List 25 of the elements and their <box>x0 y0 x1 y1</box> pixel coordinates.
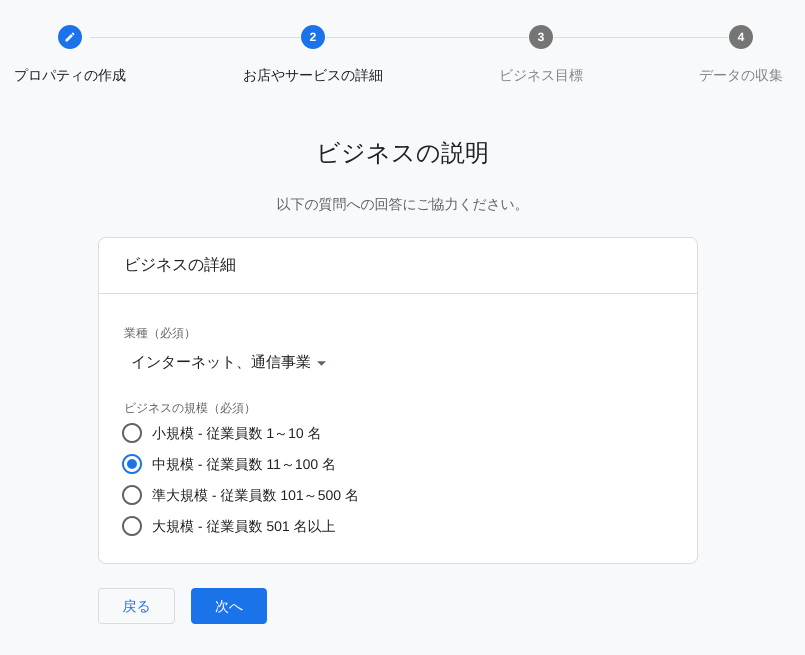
caret-icon <box>317 360 326 366</box>
step-number: 2 <box>301 25 325 49</box>
step-number: 4 <box>729 25 753 49</box>
radio-label: 準大規模 - 従業員数 101～500 名 <box>152 486 359 504</box>
industry-dropdown[interactable]: インターネット、通信事業 <box>131 352 326 374</box>
radio-button[interactable] <box>122 423 142 443</box>
radio-button[interactable] <box>122 485 142 505</box>
next-button[interactable]: 次へ <box>191 588 267 624</box>
back-button[interactable]: 戻る <box>98 588 175 624</box>
page-subtitle: 以下の質問への回答にご協力ください。 <box>276 195 528 214</box>
step-label: データの収集 <box>699 66 783 85</box>
field-label: 業種（必須） <box>124 325 196 342</box>
card-title: ビジネスの詳細 <box>124 256 236 276</box>
radio-button[interactable] <box>122 454 142 474</box>
pencil-icon <box>64 31 76 43</box>
radio-label: 大規模 - 従業員数 501 名以上 <box>152 516 336 536</box>
step-label: ビジネス目標 <box>499 66 583 85</box>
radio-label: 小規模 - 従業員数 1～10 名 <box>152 424 322 442</box>
radio-button[interactable] <box>122 516 142 536</box>
step-number: 3 <box>529 25 553 49</box>
radio-label: 中規模 - 従業員数 11～100 名 <box>152 454 336 474</box>
step-label: お店やサービスの詳細 <box>243 66 383 85</box>
field-label: ビジネスの規模（必須） <box>124 400 256 416</box>
step-label: プロパティの作成 <box>14 66 126 85</box>
page-title: ビジネスの説明 <box>316 139 489 169</box>
